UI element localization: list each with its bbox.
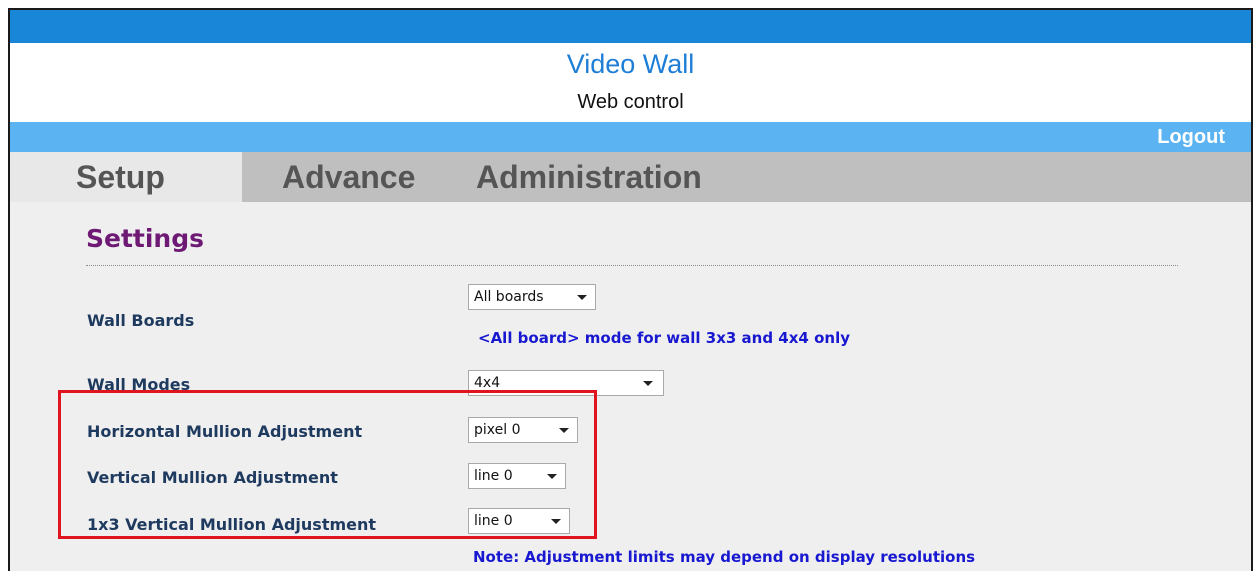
wall-modes-value: 4x4 (474, 375, 501, 391)
settings-panel: Settings Wall Boards All boards <All boa… (10, 202, 1251, 571)
tab-bar: Setup Advance Administration (10, 152, 1251, 202)
horizontal-mullion-value: pixel 0 (474, 422, 521, 438)
vertical-mullion-value: line 0 (474, 468, 513, 484)
vertical-mullion-1x3-value: line 0 (474, 513, 513, 529)
horizontal-mullion-select[interactable]: pixel 0 (468, 417, 578, 443)
tab-advance[interactable]: Advance (282, 152, 415, 202)
horizontal-mullion-label: Horizontal Mullion Adjustment (87, 422, 363, 441)
chevron-down-icon (577, 295, 587, 300)
chevron-down-icon (547, 474, 557, 479)
tab-setup[interactable]: Setup (10, 152, 242, 202)
app-title: Video Wall (566, 49, 695, 79)
wall-boards-value: All boards (474, 289, 544, 305)
logout-link[interactable]: Logout (1157, 123, 1225, 151)
chevron-down-icon (559, 428, 569, 433)
vertical-mullion-select[interactable]: line 0 (468, 463, 566, 489)
wall-boards-select[interactable]: All boards (468, 284, 596, 310)
wall-modes-select[interactable]: 4x4 (468, 370, 664, 396)
vertical-mullion-label: Vertical Mullion Adjustment (87, 468, 338, 487)
app-subtitle: Web control (577, 91, 684, 113)
divider (86, 265, 1178, 266)
wall-boards-note: <All board> mode for wall 3x3 and 4x4 on… (478, 329, 850, 347)
chevron-down-icon (551, 519, 561, 524)
wall-modes-label: Wall Modes (87, 375, 191, 394)
top-bar (10, 10, 1251, 43)
vertical-mullion-1x3-label: 1x3 Vertical Mullion Adjustment (87, 515, 377, 534)
nav-bar (10, 122, 1251, 152)
app-frame: Video Wall Web control Logout Setup Adva… (8, 8, 1253, 571)
wall-boards-label: Wall Boards (87, 311, 195, 330)
vertical-mullion-1x3-select[interactable]: line 0 (468, 508, 570, 534)
tab-administration[interactable]: Administration (476, 152, 702, 202)
adjustment-note: Note: Adjustment limits may depend on di… (473, 548, 976, 566)
settings-heading: Settings (86, 224, 205, 253)
chevron-down-icon (643, 381, 653, 386)
